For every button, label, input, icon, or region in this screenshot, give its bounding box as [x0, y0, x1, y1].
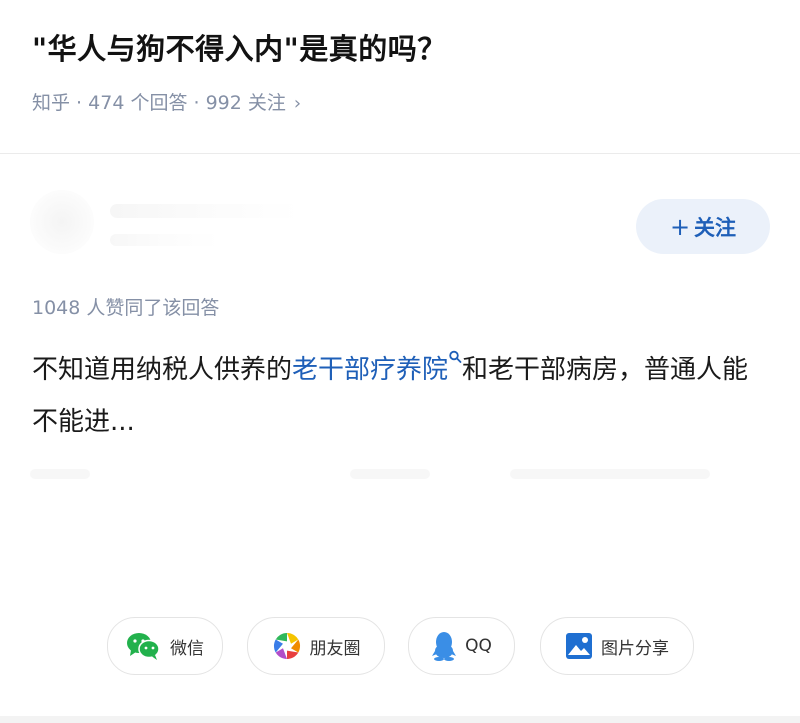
answer-count: 474 个回答 [88, 92, 188, 114]
share-image-button[interactable]: 图片分享 [540, 617, 694, 675]
answer-text-before: 不知道用纳税人供养的 [32, 355, 293, 385]
share-wechat-label: 微信 [170, 638, 204, 659]
image-icon [566, 633, 592, 659]
meta-separator: · [187, 92, 206, 114]
follow-button[interactable]: + 关注 [636, 199, 770, 254]
follow-label: 关注 [694, 215, 737, 240]
avatar[interactable] [30, 190, 94, 254]
share-moments-label: 朋友圈 [309, 638, 361, 659]
question-title[interactable]: "华人与狗不得入内"是真的吗？ [32, 26, 447, 68]
bottom-divider [0, 716, 800, 723]
divider [0, 153, 800, 154]
share-qq-label: QQ [465, 636, 492, 656]
share-image-label: 图片分享 [601, 638, 669, 659]
source-label: 知乎 [32, 92, 71, 114]
share-qq-button[interactable]: QQ [408, 617, 515, 675]
search-icon[interactable] [448, 350, 462, 364]
qq-icon [432, 632, 457, 661]
question-meta[interactable]: 知乎 · 474 个回答 · 992 关注 › [32, 88, 301, 115]
plus-icon: + [669, 212, 691, 241]
faded-content-row [30, 465, 710, 487]
search-keyword-link[interactable]: 老干部疗养院 [292, 355, 448, 385]
chevron-right-icon: › [293, 93, 302, 114]
moments-icon [273, 632, 300, 660]
wechat-icon [127, 633, 160, 660]
meta-separator: · [70, 92, 89, 114]
share-moments-button[interactable]: 朋友圈 [247, 617, 385, 675]
vote-count: 1048 人赞同了该回答 [32, 297, 220, 319]
share-wechat-button[interactable]: 微信 [107, 617, 223, 675]
author-info[interactable] [30, 190, 330, 262]
follower-count: 992 关注 [205, 92, 286, 114]
answer-excerpt[interactable]: 不知道用纳税人供养的老干部疗养院 和老干部病房，普通人能不能进... [32, 344, 772, 448]
author-name-placeholder [110, 204, 300, 218]
share-bar: 微信 朋友圈 QQ 图片分享 [0, 617, 800, 677]
author-bio-placeholder [110, 234, 220, 246]
